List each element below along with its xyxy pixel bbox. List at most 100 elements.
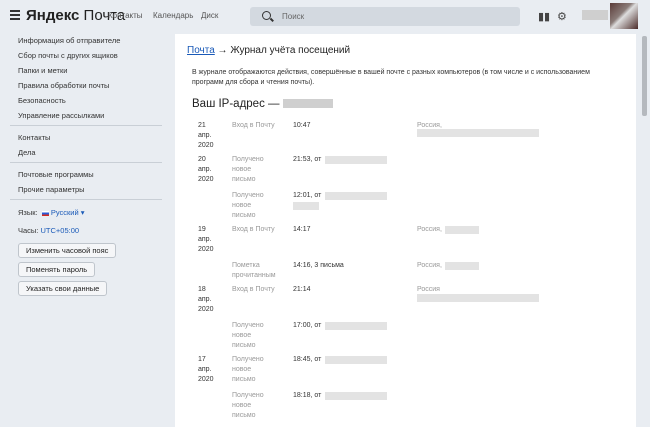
entry-ip-redacted [417, 129, 539, 137]
ip-title: Ваш IP-адрес — [192, 98, 333, 110]
sidebar-item-folders[interactable]: Папки и метки [18, 66, 67, 75]
entry-ip-redacted [445, 262, 479, 270]
divider [10, 199, 162, 200]
clock-value[interactable]: UTC+05:00 [41, 226, 80, 235]
entry-sender-redacted [325, 322, 387, 330]
entry-time: 14:17 [293, 226, 311, 233]
search-icon [262, 11, 271, 20]
entry-type: письмо [232, 212, 256, 219]
language-setting[interactable]: Язык: Русский ▾ [18, 208, 85, 217]
entry-type: Получено [232, 192, 264, 199]
entry-type: Получено [232, 156, 264, 163]
entry-date-day: 18 [198, 286, 206, 293]
sidebar-item-other[interactable]: Прочие параметры [18, 185, 85, 194]
entry-type: Вход в Почту [232, 122, 275, 129]
change-timezone-button[interactable]: Изменить часовой пояс [18, 243, 117, 258]
change-password-button[interactable]: Поменять пароль [18, 262, 96, 277]
sidebar-item-rules[interactable]: Правила обработки почты [18, 81, 109, 90]
entry-type: Пометка [232, 262, 260, 269]
clock-label: Часы: [18, 226, 39, 235]
search-placeholder: Поиск [282, 12, 305, 21]
entry-date-year: 2020 [198, 176, 214, 183]
entry-date-day: 19 [198, 226, 206, 233]
compose-icon[interactable]: ▮▮ [538, 10, 550, 23]
main-content: Почта → Журнал учёта посещений В журнале… [175, 34, 636, 427]
entry-type: письмо [232, 342, 256, 349]
sidebar-item-todo[interactable]: Дела [18, 148, 36, 157]
entry-time: 10:47 [293, 122, 311, 129]
entry-date-month: апр. [198, 296, 212, 303]
entry-type: письмо [232, 176, 256, 183]
specify-data-button[interactable]: Указать свои данные [18, 281, 108, 296]
entry-ip-redacted [417, 294, 539, 302]
entry-ip-redacted [445, 226, 479, 234]
entry-date-month: апр. [198, 236, 212, 243]
journal-description: В журнале отображаются действия, совершё… [192, 69, 590, 86]
settings-icon[interactable]: ⚙ [557, 10, 567, 23]
divider [10, 125, 162, 126]
entry-time: 18:45, от [293, 356, 322, 363]
entry-time: 18:18, от [293, 392, 322, 399]
entry-time: 21:14 [293, 286, 311, 293]
entry-date-year: 2020 [198, 246, 214, 253]
entry-sender-redacted [325, 192, 387, 200]
scrollbar[interactable] [641, 34, 648, 427]
sidebar-item-subscriptions[interactable]: Управление рассылками [18, 111, 104, 120]
nav-calendar[interactable]: Календарь [153, 11, 193, 20]
entry-type: письмо [232, 376, 256, 383]
nav-contacts[interactable]: Контакты [108, 11, 143, 20]
entry-type: новое [232, 366, 252, 373]
entry-time: 12:01, от [293, 192, 322, 199]
entry-time: 14:16, 3 письма [293, 262, 344, 269]
russia-flag-icon [41, 210, 49, 216]
entry-sender-redacted [293, 202, 319, 210]
scrollbar-thumb[interactable] [642, 36, 647, 116]
entry-date-year: 2020 [198, 306, 214, 313]
breadcrumb-mail-link[interactable]: Почта [187, 45, 215, 56]
entry-type: новое [232, 332, 252, 339]
entry-country: Россия, [417, 226, 442, 233]
entry-type: новое [232, 202, 252, 209]
sidebar-item-mail-programs[interactable]: Почтовые программы [18, 170, 94, 179]
entry-sender-redacted [325, 392, 387, 400]
entry-type: Получено [232, 356, 264, 363]
entry-date-month: апр. [198, 132, 212, 139]
sidebar-item-contacts[interactable]: Контакты [18, 133, 50, 142]
breadcrumb: Почта → Журнал учёта посещений [187, 45, 350, 56]
entry-date-year: 2020 [198, 142, 214, 149]
entry-sender-redacted [325, 356, 387, 364]
menu-icon[interactable] [10, 10, 20, 20]
chevron-down-icon[interactable]: ▾ [81, 208, 85, 217]
entry-date-month: апр. [198, 366, 212, 373]
header: Яндекс Почта Контакты Календарь Диск Пои… [0, 0, 650, 32]
clock-setting: Часы: UTC+05:00 [18, 226, 79, 235]
entry-type: новое [232, 402, 252, 409]
avatar[interactable] [610, 3, 638, 29]
entry-type: Вход в Почту [232, 286, 275, 293]
entry-sender-redacted [325, 156, 387, 164]
entry-time: 17:00, от [293, 322, 322, 329]
nav-disk[interactable]: Диск [201, 11, 218, 20]
sidebar-item-sender-info[interactable]: Информация об отправителе [18, 36, 120, 45]
entry-time: 21:53, от [293, 156, 322, 163]
entry-type: письмо [232, 412, 256, 419]
divider [10, 162, 162, 163]
language-value[interactable]: Русский [51, 208, 79, 217]
ip-label: Ваш IP-адрес — [192, 98, 280, 110]
user-name [582, 10, 608, 20]
sidebar-item-collect-mail[interactable]: Сбор почты с других ящиков [18, 51, 118, 60]
entry-country: Россия, [417, 262, 442, 269]
entry-type: Получено [232, 392, 264, 399]
entry-type: Получено [232, 322, 264, 329]
entry-date-year: 2020 [198, 376, 214, 383]
entry-type: новое [232, 166, 252, 173]
entry-date-day: 20 [198, 156, 206, 163]
entry-date-month: апр. [198, 166, 212, 173]
sidebar-item-security[interactable]: Безопасность [18, 96, 66, 105]
search-input[interactable]: Поиск [250, 7, 520, 26]
page-title: → Журнал учёта посещений [214, 45, 351, 56]
ip-address-redacted [282, 99, 333, 109]
entry-type: Вход в Почту [232, 226, 275, 233]
entry-date-day: 21 [198, 122, 206, 129]
language-label: Язык: [18, 208, 38, 217]
